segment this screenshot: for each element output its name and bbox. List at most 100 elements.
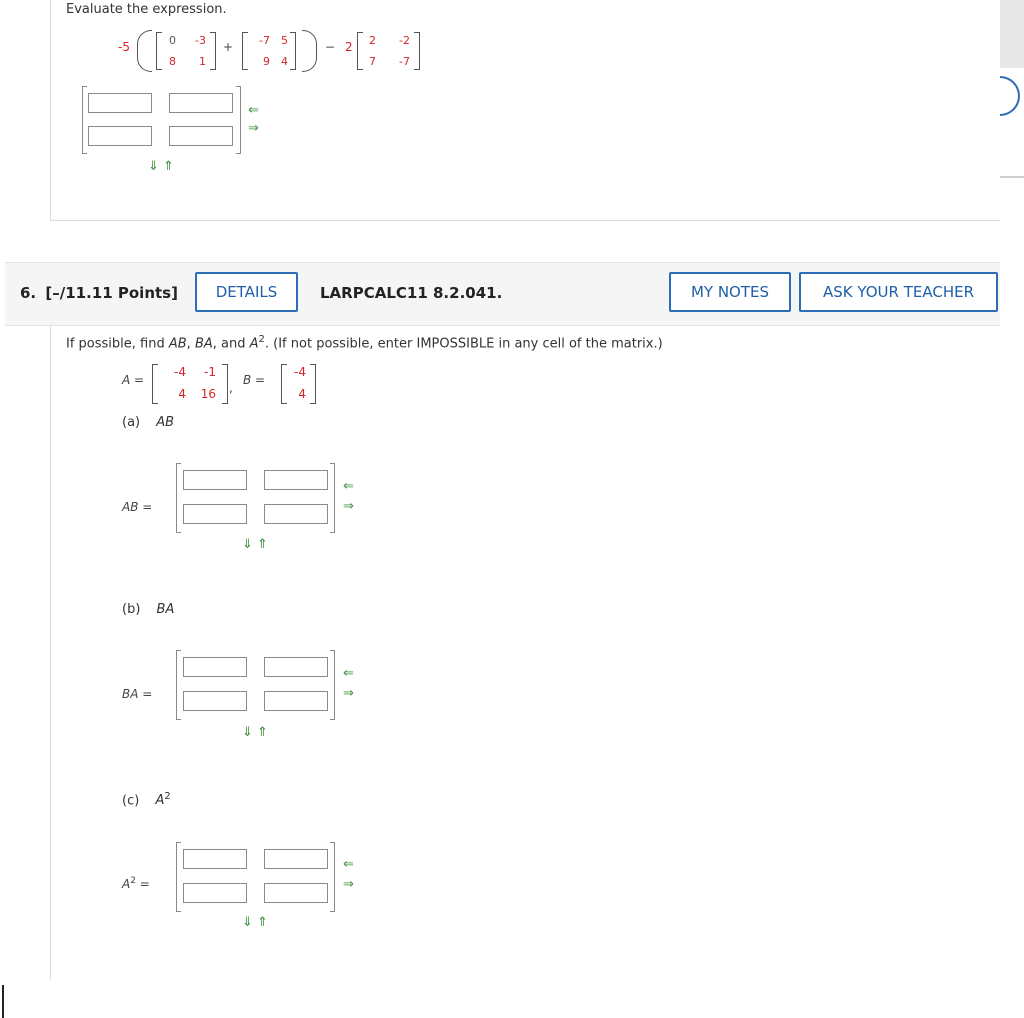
part-c-eq-sign: =: [139, 877, 150, 891]
part-b-label: (b): [122, 602, 141, 617]
part-c-equals: A2 =: [122, 876, 150, 891]
matrix-a-left-bracket: [152, 364, 158, 404]
part-a-name: AB: [156, 415, 175, 430]
m3-right-bracket: [414, 32, 420, 70]
m1-cell: -3: [195, 34, 206, 47]
prev-panel-bottom-border: [50, 220, 1000, 221]
add-row-arrow-icon[interactable]: ⇓: [242, 916, 253, 929]
prompt-sep-2: , and: [212, 336, 250, 352]
ab-cell-r2c1[interactable]: [183, 504, 247, 524]
part-b-name: BA: [156, 602, 175, 617]
question-number-text: 6.: [20, 284, 37, 302]
ab-cell-r1c2[interactable]: [264, 470, 328, 490]
prev-scalar-2: 2: [345, 40, 353, 54]
matrix-comma: ,: [229, 381, 233, 395]
add-row-arrow-icon[interactable]: ⇓: [148, 160, 159, 173]
add-column-arrow-icon[interactable]: ⇒: [343, 687, 354, 700]
part-c-name: A: [155, 793, 165, 809]
prev-answer-cell-r1c2[interactable]: [169, 93, 233, 113]
question-source: LARPCALC11 8.2.041.: [320, 284, 503, 302]
part-a-label: (a): [122, 415, 141, 430]
m2-cell: 5: [281, 34, 288, 47]
add-column-arrow-icon[interactable]: ⇒: [248, 122, 259, 135]
details-button[interactable]: DETAILS: [195, 272, 298, 312]
m3-left-bracket: [357, 32, 363, 70]
question-number: 6. [–/11.11 Points]: [20, 284, 178, 302]
side-circle-button[interactable]: [1000, 76, 1020, 116]
part-c-heading: (c) A2: [122, 791, 171, 808]
m1-cell: 1: [199, 55, 206, 68]
part-a-matrix-left-bracket: [176, 463, 181, 533]
question-prompt: If possible, find AB, BA, and A2. (If no…: [66, 334, 663, 351]
prompt-text-post: . (If not possible, enter IMPOSSIBLE in …: [264, 336, 663, 352]
ab-cell-r1c1[interactable]: [183, 470, 247, 490]
remove-column-arrow-icon[interactable]: ⇐: [343, 480, 354, 493]
m1-cell: 8: [169, 55, 176, 68]
matrix-b-right-bracket: [310, 364, 316, 404]
part-a-matrix-right-bracket: [330, 463, 335, 533]
ba-cell-r1c2[interactable]: [264, 657, 328, 677]
matrix-a-label: A =: [122, 373, 145, 387]
matrix-b-cell: -4: [294, 365, 306, 379]
m3-cell: 2: [369, 34, 376, 47]
add-column-arrow-icon[interactable]: ⇒: [343, 878, 354, 891]
matrix-b-cell: 4: [298, 387, 306, 401]
scrollbar-track[interactable]: [1000, 0, 1024, 68]
my-notes-button[interactable]: MY NOTES: [669, 272, 791, 312]
answer-matrix-left-bracket: [82, 86, 87, 154]
a2-cell-r2c2[interactable]: [264, 883, 328, 903]
prev-minus: −: [325, 40, 336, 54]
a2-cell-r2c1[interactable]: [183, 883, 247, 903]
part-b-matrix-right-bracket: [330, 650, 335, 720]
part-c-matrix-left-bracket: [176, 842, 181, 912]
ask-your-teacher-button[interactable]: ASK YOUR TEACHER: [799, 272, 998, 312]
big-left-paren: [137, 30, 152, 72]
part-c-matrix-right-bracket: [330, 842, 335, 912]
prompt-ab: AB: [168, 336, 187, 352]
remove-row-arrow-icon[interactable]: ⇑: [163, 160, 174, 173]
matrix-a-cell: -4: [174, 365, 186, 379]
side-divider: [1000, 176, 1024, 178]
ab-cell-r2c2[interactable]: [264, 504, 328, 524]
prev-answer-cell-r2c2[interactable]: [169, 126, 233, 146]
prev-instruction: Evaluate the expression.: [66, 2, 227, 17]
m3-cell: -7: [399, 55, 410, 68]
text-cursor: [2, 985, 4, 1018]
part-b-matrix-left-bracket: [176, 650, 181, 720]
remove-column-arrow-icon[interactable]: ⇐: [343, 667, 354, 680]
remove-column-arrow-icon[interactable]: ⇐: [343, 858, 354, 871]
big-right-paren: [302, 30, 317, 72]
part-c-eq-exponent: 2: [130, 876, 136, 886]
matrix-b-label: B =: [243, 373, 266, 387]
prompt-text-pre: If possible, find: [66, 336, 169, 352]
m2-cell: 9: [263, 55, 270, 68]
part-b-heading: (b) BA: [122, 602, 174, 617]
content-left-border: [50, 325, 51, 980]
m1-cell: 0: [169, 34, 176, 47]
prev-answer-cell-r1c1[interactable]: [88, 93, 152, 113]
ba-cell-r2c2[interactable]: [264, 691, 328, 711]
ba-cell-r1c1[interactable]: [183, 657, 247, 677]
remove-column-arrow-icon[interactable]: ⇐: [248, 104, 259, 117]
m2-cell: 4: [281, 55, 288, 68]
remove-row-arrow-icon[interactable]: ⇑: [257, 916, 268, 929]
question-points: [–/11.11 Points]: [45, 284, 178, 302]
remove-row-arrow-icon[interactable]: ⇑: [257, 726, 268, 739]
part-a-equals: AB =: [122, 500, 153, 514]
part-c-exponent: 2: [164, 791, 171, 802]
content-left-border: [50, 0, 51, 220]
answer-matrix-right-bracket: [236, 86, 241, 154]
part-c-label: (c): [122, 793, 140, 809]
prompt-sep-1: ,: [186, 336, 195, 352]
remove-row-arrow-icon[interactable]: ⇑: [257, 538, 268, 551]
m2-right-bracket: [290, 32, 296, 70]
add-row-arrow-icon[interactable]: ⇓: [242, 726, 253, 739]
ba-cell-r2c1[interactable]: [183, 691, 247, 711]
a2-cell-r1c2[interactable]: [264, 849, 328, 869]
m2-cell: -7: [259, 34, 270, 47]
prev-answer-cell-r2c1[interactable]: [88, 126, 152, 146]
add-row-arrow-icon[interactable]: ⇓: [242, 538, 253, 551]
add-column-arrow-icon[interactable]: ⇒: [343, 500, 354, 513]
m2-left-bracket: [242, 32, 248, 70]
a2-cell-r1c1[interactable]: [183, 849, 247, 869]
